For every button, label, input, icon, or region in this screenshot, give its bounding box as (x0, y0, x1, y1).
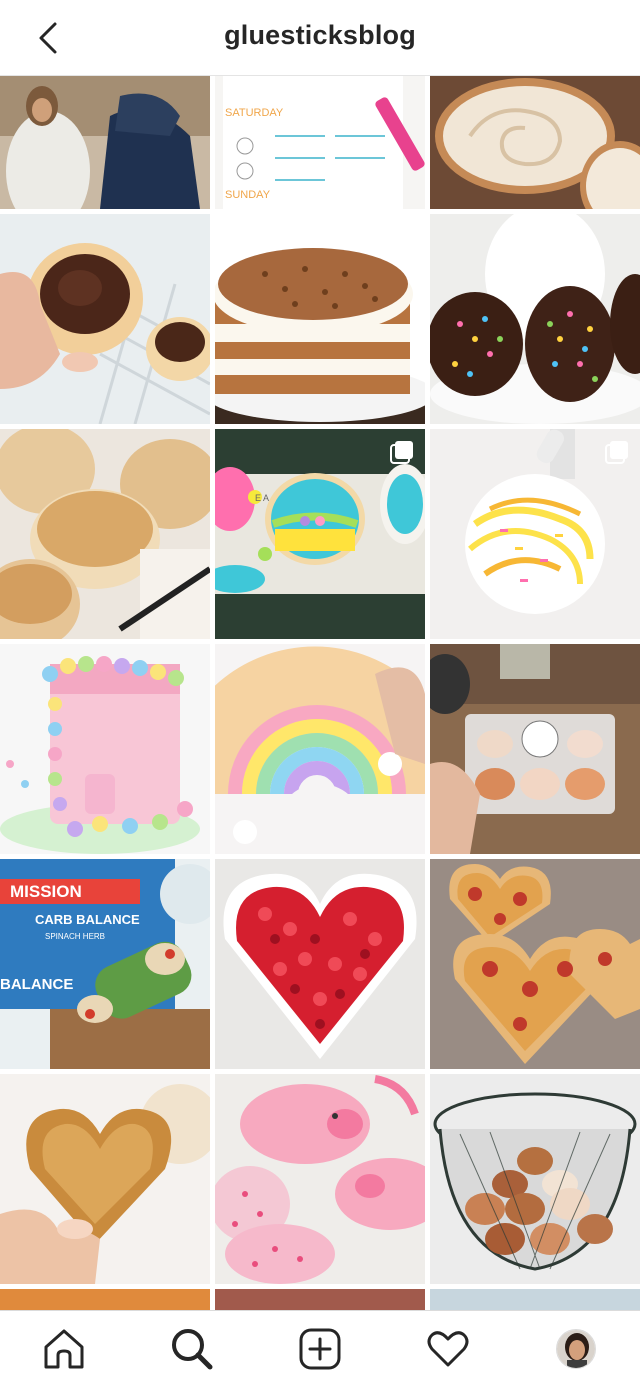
svg-text:SUNDAY: SUNDAY (225, 189, 271, 201)
post-biscuits[interactable] (0, 429, 210, 639)
post-candy-cake-tower[interactable] (0, 644, 210, 854)
post-mission-tortilla-wraps[interactable]: MISSION CARB BALANCE SPINACH HERB BALANC… (0, 859, 210, 1069)
post-heart-strawberries[interactable] (215, 859, 425, 1069)
post-pig-cookies[interactable] (215, 1074, 425, 1284)
heart-icon (427, 1331, 469, 1367)
multi-post-icon (390, 441, 413, 464)
tab-profile[interactable] (552, 1325, 600, 1373)
home-icon (44, 1329, 84, 1369)
post-row7-middle[interactable] (215, 1289, 425, 1310)
svg-text:BALANCE: BALANCE (0, 976, 73, 993)
post-rainbow-cookie[interactable] (215, 644, 425, 854)
tab-search[interactable] (168, 1325, 216, 1373)
profile-avatar (556, 1329, 596, 1369)
svg-text:SATURDAY: SATURDAY (225, 107, 284, 119)
post-carrot-cake[interactable] (215, 214, 425, 424)
new-post-icon (299, 1328, 341, 1370)
post-chocolate-frosted-cookie[interactable] (0, 214, 210, 424)
post-easter-worksheet[interactable]: SATURDAY SUNDAY (215, 76, 425, 209)
tab-home[interactable] (40, 1325, 88, 1373)
top-bar: gluesticksblog (0, 0, 640, 76)
post-heart-pizzas[interactable] (430, 859, 640, 1069)
svg-text:E A: E A (255, 493, 269, 503)
post-easter-egg-cookies[interactable]: E A (215, 429, 425, 639)
post-egg-basket[interactable] (430, 1074, 640, 1284)
post-sliced-bread[interactable] (430, 76, 640, 209)
post-heart-roll[interactable] (0, 1074, 210, 1284)
post-row7-left[interactable] (0, 1289, 210, 1310)
tab-activity[interactable] (424, 1325, 472, 1373)
post-row7-right[interactable] (430, 1289, 640, 1310)
svg-text:CARB BALANCE: CARB BALANCE (35, 912, 140, 927)
post-jesus-painting[interactable] (0, 76, 210, 209)
tab-new-post[interactable] (296, 1325, 344, 1373)
bottom-tab-bar (0, 1310, 640, 1386)
search-icon (172, 1329, 213, 1370)
post-fresh-eggs-carton[interactable] (430, 644, 640, 854)
explore-grid: SATURDAY SUNDAY E A MISSION CARB BALANCE… (0, 76, 640, 1310)
post-cake-pop-drizzle[interactable] (430, 429, 640, 639)
multi-post-icon (605, 441, 628, 464)
svg-text:SPINACH HERB: SPINACH HERB (45, 932, 105, 941)
svg-text:MISSION: MISSION (10, 882, 82, 901)
profile-username-title: gluesticksblog (224, 20, 416, 50)
post-chocolate-eggs-sprinkles[interactable] (430, 214, 640, 424)
